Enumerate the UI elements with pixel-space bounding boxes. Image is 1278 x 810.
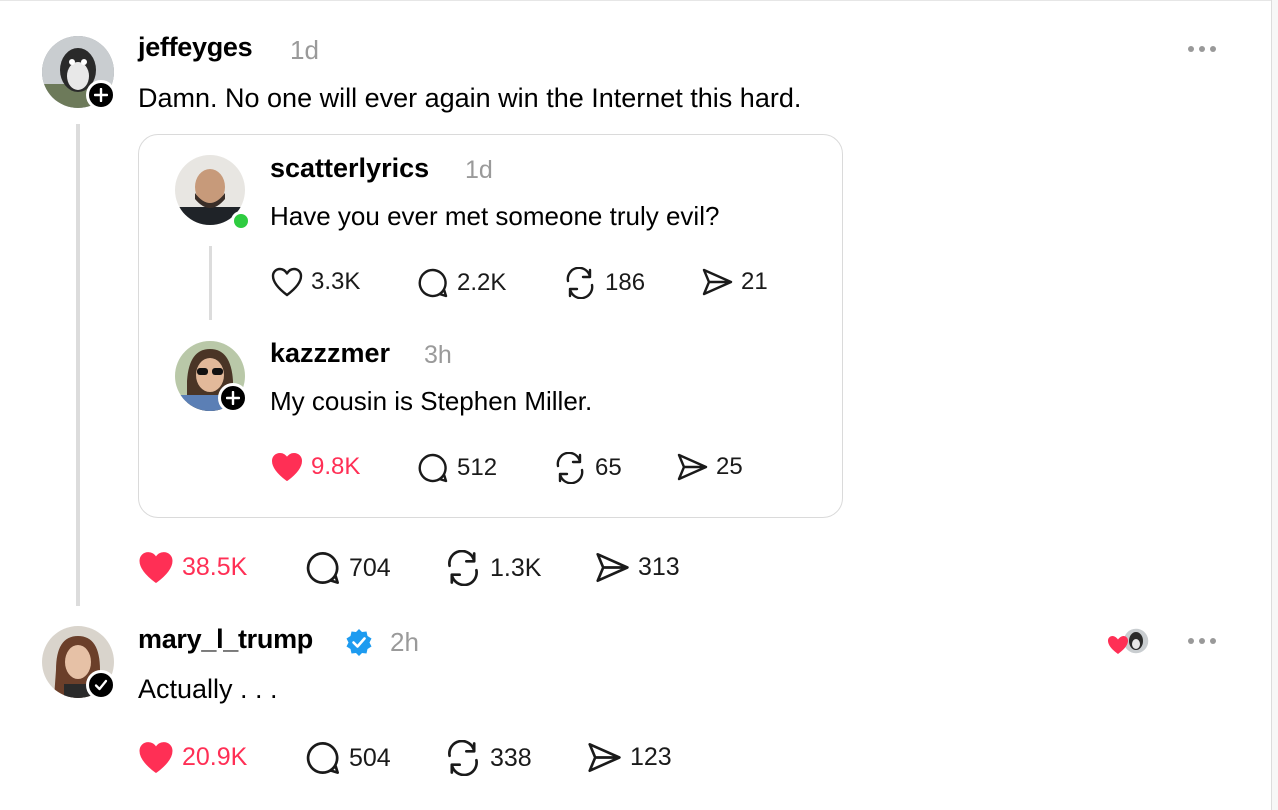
share-button[interactable]: 21 [701, 267, 768, 297]
scrollbar-track[interactable] [1271, 0, 1278, 810]
share-count: 21 [741, 268, 768, 295]
share-button[interactable]: 123 [586, 741, 672, 774]
repost-icon [448, 550, 478, 586]
timestamp[interactable]: 2h [390, 627, 419, 658]
timestamp[interactable]: 1d [290, 35, 319, 66]
verified-badge-icon [345, 628, 373, 661]
repost-icon [448, 740, 478, 776]
send-icon [596, 552, 629, 583]
share-button[interactable]: 25 [676, 452, 743, 482]
send-icon [677, 453, 708, 481]
heart-icon [271, 267, 303, 297]
like-button[interactable]: 3.3K [271, 267, 360, 297]
send-icon [588, 742, 621, 773]
like-count: 38.5K [182, 553, 248, 581]
reply-count: 504 [349, 743, 391, 772]
comment-icon [418, 268, 448, 298]
like-count: 20.9K [182, 743, 248, 771]
post-text: Actually . . . [138, 674, 278, 704]
online-status-dot [231, 211, 251, 231]
repost-button[interactable]: 1.3K [444, 550, 541, 586]
timestamp[interactable]: 3h [424, 341, 452, 370]
post-text: My cousin is Stephen Miller. [270, 386, 593, 416]
repost-button[interactable]: 186 [563, 267, 645, 299]
heart-filled-icon [139, 552, 173, 583]
more-options-icon[interactable] [1188, 638, 1216, 644]
username[interactable]: jeffeyges [138, 32, 253, 63]
username[interactable]: kazzzmer [270, 338, 390, 369]
top-border [0, 0, 1278, 5]
comment-icon [306, 552, 339, 584]
repost-count: 338 [490, 743, 532, 772]
post-text: Have you ever met someone truly evil? [270, 201, 720, 231]
repost-count: 65 [595, 454, 622, 481]
repost-count: 186 [605, 269, 646, 296]
like-button[interactable]: 9.8K [271, 452, 360, 482]
username[interactable]: scatterlyrics [270, 153, 429, 184]
timestamp[interactable]: 1d [465, 156, 493, 185]
repost-icon [556, 452, 584, 484]
username[interactable]: mary_l_trump [138, 624, 313, 655]
follow-plus-icon[interactable] [218, 383, 248, 413]
send-icon [702, 268, 733, 296]
like-button[interactable]: 38.5K [138, 551, 247, 584]
following-check-icon[interactable] [86, 670, 116, 700]
reply-count: 512 [457, 454, 498, 481]
reply-button[interactable]: 2.2K [417, 267, 506, 299]
repost-icon [566, 267, 594, 299]
like-button[interactable]: 20.9K [138, 741, 247, 774]
more-options-icon[interactable] [1188, 46, 1216, 52]
quoted-thread-card[interactable]: scatterlyrics 1d Have you ever met someo… [138, 134, 843, 518]
thread-line [209, 246, 212, 320]
repost-button[interactable]: 65 [553, 452, 622, 484]
heart-liked-by-avatar [1108, 627, 1150, 655]
share-count: 25 [716, 453, 743, 480]
reply-button[interactable]: 512 [417, 452, 497, 484]
share-button[interactable]: 313 [594, 551, 680, 584]
like-count: 9.8K [311, 453, 361, 480]
reply-button[interactable]: 704 [305, 550, 391, 586]
thread-line [76, 124, 80, 606]
share-count: 313 [638, 553, 680, 581]
heart-filled-icon [139, 742, 173, 773]
liked-by-indicator[interactable] [1106, 626, 1154, 658]
reply-button[interactable]: 504 [305, 740, 391, 776]
like-count: 3.3K [311, 268, 361, 295]
comment-icon [306, 742, 339, 774]
repost-count: 1.3K [490, 553, 542, 582]
follow-plus-icon[interactable] [86, 80, 116, 110]
heart-filled-icon [272, 453, 302, 481]
reply-count: 2.2K [457, 269, 507, 296]
post-text: Damn. No one will ever again win the Int… [138, 83, 802, 113]
share-count: 123 [630, 743, 672, 771]
reply-count: 704 [349, 553, 391, 582]
comment-icon [418, 453, 448, 483]
repost-button[interactable]: 338 [444, 740, 532, 776]
